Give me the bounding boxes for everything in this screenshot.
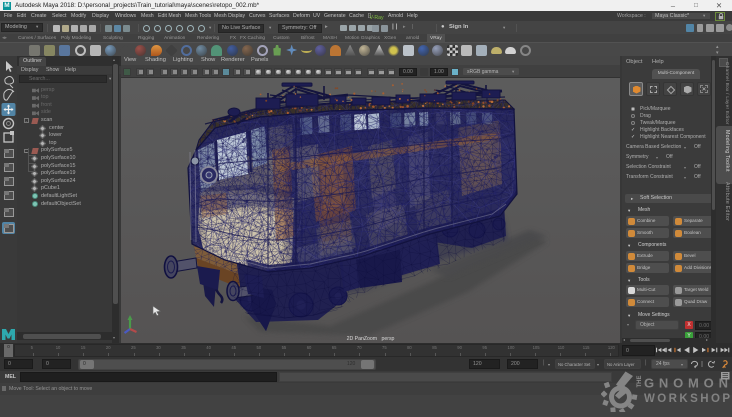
svg-text:WORKSHOP: WORKSHOP [644, 393, 730, 405]
svg-text:GNOMON: GNOMON [644, 376, 728, 391]
svg-text:THE: THE [637, 376, 643, 388]
